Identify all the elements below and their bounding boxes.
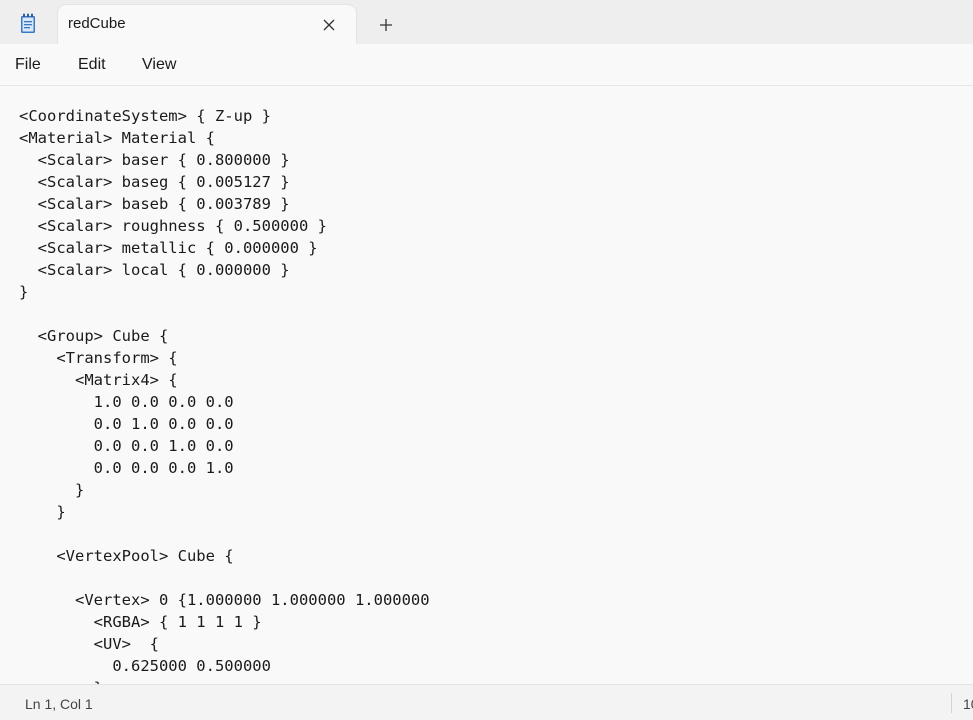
editor-content[interactable]: <CoordinateSystem> { Z-up } <Material> Ma… bbox=[19, 105, 430, 684]
editor-line: <Vertex> 0 {1.000000 1.000000 1.000000 bbox=[19, 591, 430, 609]
text-editor[interactable]: <CoordinateSystem> { Z-up } <Material> Ma… bbox=[0, 86, 973, 684]
cursor-position: Ln 1, Col 1 bbox=[25, 696, 93, 712]
menu-edit[interactable]: Edit bbox=[78, 56, 106, 74]
editor-line: <Scalar> roughness { 0.500000 } bbox=[19, 217, 327, 235]
editor-line: 1.0 0.0 0.0 0.0 bbox=[19, 393, 234, 411]
editor-line: <Matrix4> { bbox=[19, 371, 178, 389]
tab-bar: redCube bbox=[0, 0, 973, 44]
menu-view[interactable]: View bbox=[142, 56, 176, 74]
notepad-window: redCube File Edit View <CoordinateSystem… bbox=[0, 0, 973, 720]
editor-line: 0.0 1.0 0.0 0.0 bbox=[19, 415, 234, 433]
editor-line: <RGBA> { 1 1 1 1 } bbox=[19, 613, 262, 631]
notepad-icon bbox=[18, 13, 38, 34]
editor-line: } bbox=[19, 503, 66, 521]
editor-line: 0.625000 0.500000 bbox=[19, 657, 271, 675]
tab-title: redCube bbox=[68, 15, 126, 32]
editor-line: } bbox=[19, 481, 85, 499]
tab-redcube[interactable]: redCube bbox=[58, 5, 356, 44]
editor-line: <CoordinateSystem> { Z-up } bbox=[19, 107, 271, 125]
editor-line: <Scalar> metallic { 0.000000 } bbox=[19, 239, 318, 257]
editor-line: 0.0 0.0 0.0 1.0 bbox=[19, 459, 234, 477]
editor-line: } bbox=[19, 677, 430, 684]
new-tab-button[interactable] bbox=[374, 13, 398, 37]
editor-line: <Scalar> baseb { 0.003789 } bbox=[19, 195, 290, 213]
editor-line: <Scalar> baser { 0.800000 } bbox=[19, 151, 290, 169]
menu-bar: File Edit View bbox=[0, 44, 973, 86]
editor-line: <Scalar> baseg { 0.005127 } bbox=[19, 173, 290, 191]
close-icon[interactable] bbox=[318, 14, 340, 36]
status-divider bbox=[951, 693, 952, 713]
editor-line: <VertexPool> Cube { bbox=[19, 547, 234, 565]
editor-line: <UV> { bbox=[19, 635, 159, 653]
editor-line: <Transform> { bbox=[19, 349, 178, 367]
editor-line: <Material> Material { bbox=[19, 129, 215, 147]
editor-line: <Scalar> local { 0.000000 } bbox=[19, 261, 290, 279]
editor-line: <Group> Cube { bbox=[19, 327, 169, 345]
plus-icon bbox=[380, 19, 392, 31]
status-bar: Ln 1, Col 1 100% bbox=[0, 684, 973, 720]
menu-file[interactable]: File bbox=[15, 56, 41, 74]
zoom-level[interactable]: 100% bbox=[963, 696, 973, 712]
editor-line: 0.0 0.0 1.0 0.0 bbox=[19, 437, 234, 455]
editor-line: } bbox=[19, 283, 29, 301]
